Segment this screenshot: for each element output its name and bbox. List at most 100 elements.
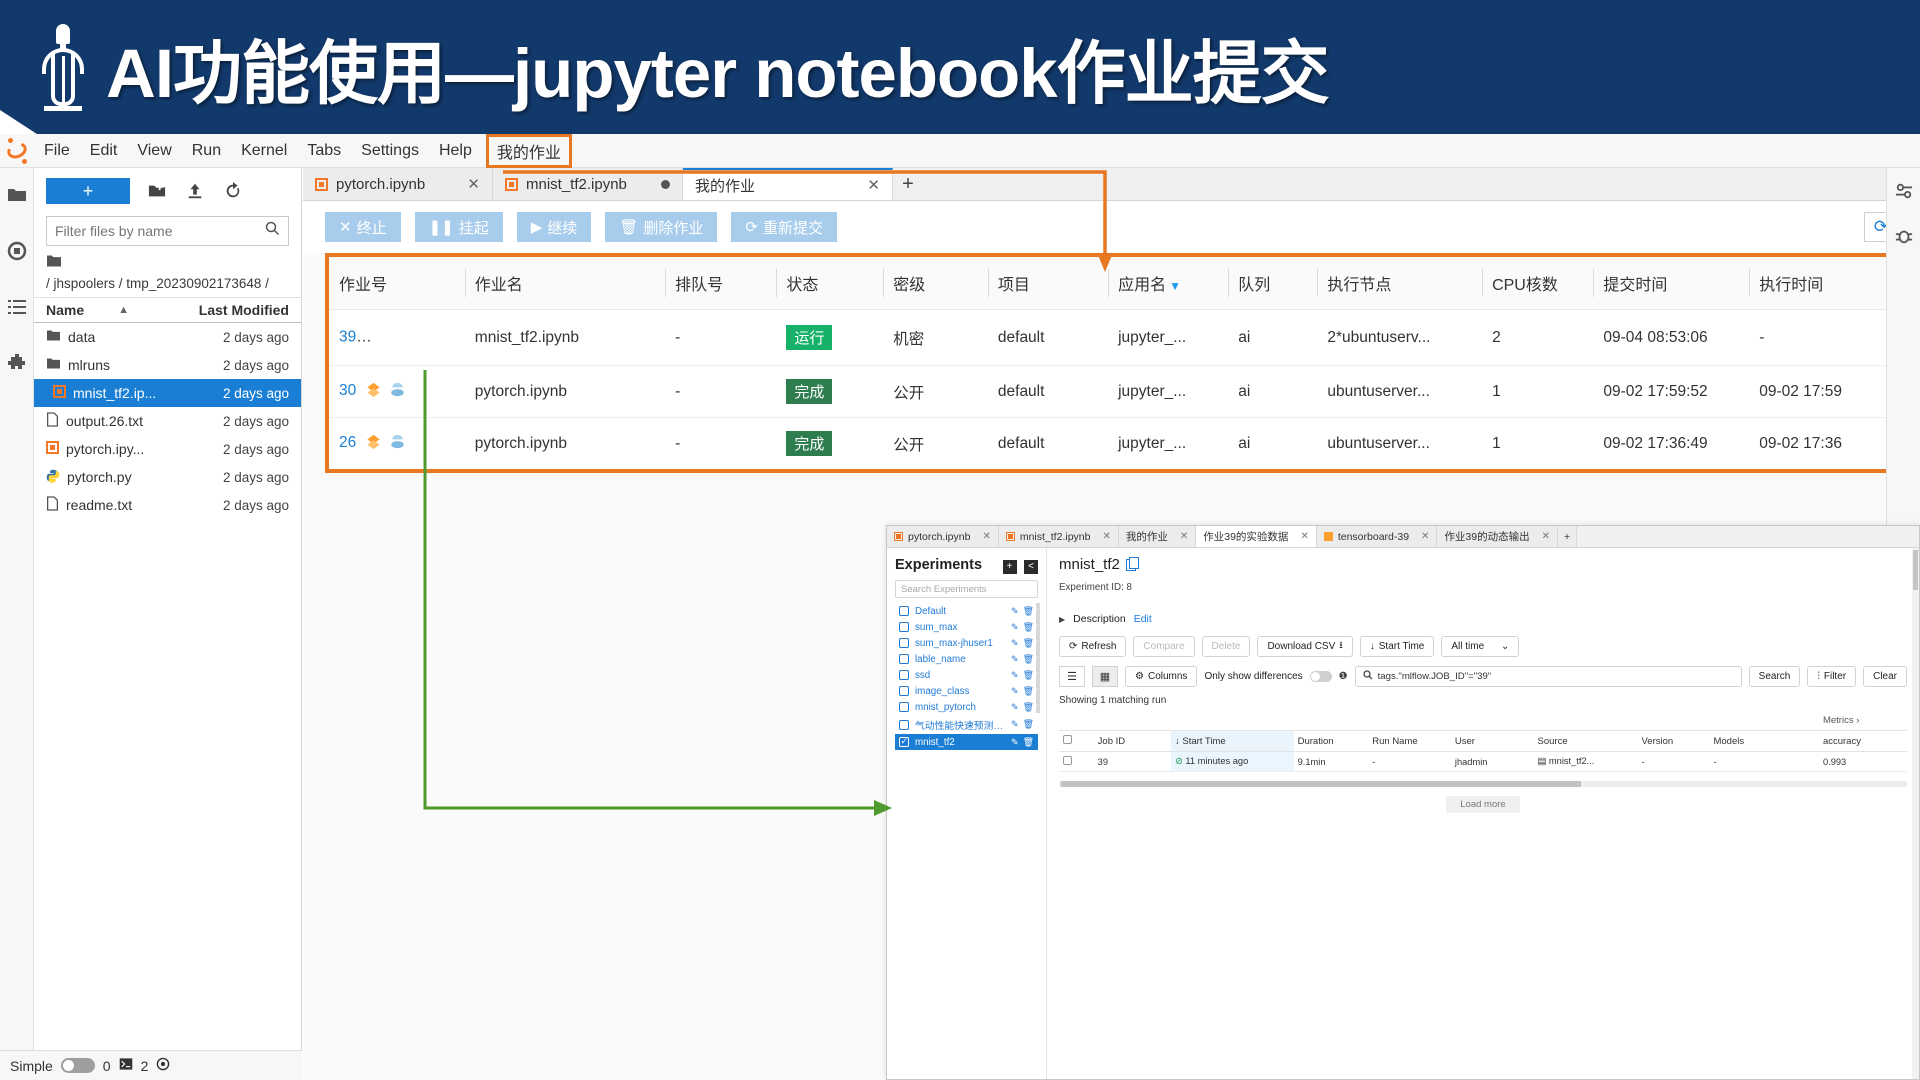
mlflow-icon[interactable] <box>433 327 452 345</box>
trash-icon[interactable]: 🗑 <box>1023 606 1034 617</box>
only-differences-toggle[interactable] <box>1309 671 1332 682</box>
menu-my-jobs[interactable]: 我的作业 <box>485 133 572 168</box>
jobs-column-header[interactable]: 提交时间 <box>1593 257 1750 310</box>
experiment-checkbox[interactable] <box>899 719 909 730</box>
pencil-icon[interactable]: ✎ <box>1011 702 1019 713</box>
mlflow-action-button[interactable]: ⟳ Refresh <box>1059 636 1127 657</box>
info-icon[interactable]: ❶ <box>1339 671 1348 682</box>
new-folder-icon[interactable] <box>146 180 168 202</box>
menu-tabs[interactable]: Tabs <box>297 138 351 164</box>
jobs-column-header[interactable]: CPU核数 <box>1482 257 1594 310</box>
trash-icon[interactable]: 🗑 <box>1023 622 1034 633</box>
file-list-item[interactable]: output.26.txt 2 days ago <box>34 407 301 435</box>
mlflow-tab[interactable]: mnist_tf2.ipynb ✕ <box>998 526 1119 547</box>
table-row[interactable]: 30 pytorch.ipynb - 完成 公开 default jupyter_... ai… <box>329 365 1894 418</box>
jobs-column-header[interactable]: 项目 <box>987 257 1109 310</box>
experiment-checkbox[interactable] <box>899 702 909 712</box>
mlflow-tab[interactable]: pytorch.ipynb ✕ <box>887 526 999 547</box>
select-all-checkbox[interactable] <box>1063 735 1072 744</box>
file-list-item[interactable]: pytorch.ipy... 2 days ago <box>34 435 301 463</box>
simple-mode-toggle[interactable] <box>60 1058 95 1073</box>
trash-icon[interactable]: 🗑 <box>1023 719 1034 730</box>
runs-column-header[interactable]: User <box>1450 730 1534 752</box>
pencil-icon[interactable]: ✎ <box>1011 737 1019 748</box>
runs-column-header[interactable]: Duration <box>1293 730 1369 752</box>
jobs-column-header[interactable]: 作业号 <box>329 257 465 310</box>
dock-tab[interactable]: pytorch.ipynb ✕ <box>303 168 493 200</box>
menu-kernel[interactable]: Kernel <box>231 138 297 164</box>
jobs-column-header[interactable]: 密级 <box>883 257 988 310</box>
experiment-checkbox[interactable] <box>899 606 909 616</box>
job-action-button[interactable]: 🗑 删除作业 <box>605 212 718 242</box>
file-list-item[interactable]: readme.txt 2 days ago <box>34 491 301 519</box>
list-view-icon[interactable]: ☰ <box>1059 666 1085 687</box>
jobs-column-header[interactable]: 执行时间 <box>1749 257 1894 310</box>
experiment-list-item[interactable]: 气动性能快速预测_模型_... ✎ 🗑 <box>895 715 1038 734</box>
pencil-icon[interactable]: ✎ <box>1011 686 1019 697</box>
row-checkbox[interactable] <box>1063 756 1072 765</box>
experiment-checkbox[interactable] <box>899 638 909 648</box>
experiments-scrollbar[interactable] <box>1036 603 1040 713</box>
table-row[interactable]: 39 ⊘ 11 minutes ago 9.1min - jhadmin ▤ mnist_… <box>1059 751 1907 772</box>
table-row[interactable]: 26 pytorch.ipynb - 完成 公开 default jupyter_... ai… <box>329 418 1894 470</box>
search-button[interactable]: Search <box>1748 666 1801 687</box>
debugger-icon[interactable] <box>1895 227 1913 250</box>
runs-table-hscrollbar[interactable] <box>1059 781 1907 787</box>
commands-icon[interactable] <box>6 296 28 318</box>
job-id[interactable]: 26 <box>339 435 356 452</box>
job-id[interactable]: 30 <box>339 383 356 400</box>
clear-button[interactable]: Clear <box>1863 666 1907 687</box>
experiment-checkbox[interactable] <box>899 686 909 696</box>
experiment-checkbox[interactable] <box>899 670 909 680</box>
close-icon[interactable]: ✕ <box>1102 531 1110 542</box>
jobs-column-header[interactable]: 队列 <box>1228 257 1318 310</box>
column-last-modified[interactable]: Last Modified <box>185 302 289 318</box>
runs-column-header[interactable]: Run Name <box>1368 730 1451 752</box>
dock-tab[interactable]: mnist_tf2.ipynb <box>493 168 683 200</box>
trash-icon[interactable]: 🗑 <box>1023 638 1034 649</box>
refresh-icon[interactable] <box>222 180 244 202</box>
experiment-list-item[interactable]: sum_max ✎ 🗑 <box>895 619 1038 635</box>
job-action-button[interactable]: ❚❚ 挂起 <box>414 212 503 242</box>
table-row[interactable]: 39 mnist_tf2.ipynb - 运行 机密 default jupyter_...… <box>329 309 1894 366</box>
menu-settings[interactable]: Settings <box>351 138 429 164</box>
property-inspector-icon[interactable] <box>1895 182 1913 205</box>
breadcrumb[interactable]: / jhspoolers / tmp_20230902173648 / <box>34 246 301 297</box>
column-name[interactable]: Name <box>46 302 84 318</box>
collapse-panel-button[interactable]: < <box>1024 559 1038 574</box>
experiment-list-item[interactable]: mnist_tf2 ✎ 🗑 <box>895 734 1038 750</box>
job-action-button[interactable]: ⟳ 重新提交 <box>731 212 837 242</box>
experiment-list-item[interactable]: image_class ✎ 🗑 <box>895 683 1038 699</box>
mlflow-vscrollbar[interactable] <box>1912 548 1919 1079</box>
mlflow-icon[interactable] <box>389 382 408 400</box>
experiment-list-item[interactable]: ssd ✎ 🗑 <box>895 667 1038 683</box>
runs-column-header[interactable]: Models <box>1709 730 1819 752</box>
description-edit-link[interactable]: Edit <box>1134 613 1152 625</box>
tensorboard-icon[interactable] <box>365 434 384 452</box>
pencil-icon[interactable]: ✎ <box>1011 670 1019 681</box>
filter-button[interactable]: ⫶ Filter <box>1807 666 1857 687</box>
close-icon[interactable]: ✕ <box>1421 531 1429 542</box>
close-icon[interactable]: ✕ <box>1180 531 1188 542</box>
runs-column-header[interactable]: Version <box>1637 730 1710 752</box>
gear-icon[interactable] <box>156 1057 170 1074</box>
add-experiment-button[interactable]: + <box>1002 559 1017 574</box>
mlflow-action-button[interactable]: All time ⌄ <box>1441 636 1520 657</box>
runs-column-header[interactable]: accuracy <box>1818 730 1907 752</box>
close-icon[interactable]: ✕ <box>1300 531 1308 542</box>
extensions-icon[interactable] <box>6 352 28 374</box>
experiment-list-item[interactable]: Default ✎ 🗑 <box>895 603 1038 619</box>
menu-edit[interactable]: Edit <box>80 138 128 164</box>
experiment-list-item[interactable]: lable_name ✎ 🗑 <box>895 651 1038 667</box>
jobs-column-header[interactable]: 执行节点 <box>1317 257 1483 310</box>
job-action-button[interactable]: ▶ 继续 <box>516 212 592 242</box>
job-action-button[interactable]: ✕ 终止 <box>325 212 401 242</box>
folder-icon[interactable] <box>6 184 28 206</box>
trash-icon[interactable]: 🗑 <box>1023 737 1034 748</box>
file-list-item[interactable]: mnist_tf2.ip... 2 days ago <box>34 379 301 407</box>
filter-icon[interactable]: ▼ <box>1169 279 1181 293</box>
columns-button[interactable]: ⚙ Columns <box>1125 666 1198 687</box>
mlflow-tab[interactable]: 我的作业 ✕ <box>1118 526 1197 547</box>
menu-file[interactable]: File <box>34 138 80 164</box>
pencil-icon[interactable]: ✎ <box>1011 606 1019 617</box>
